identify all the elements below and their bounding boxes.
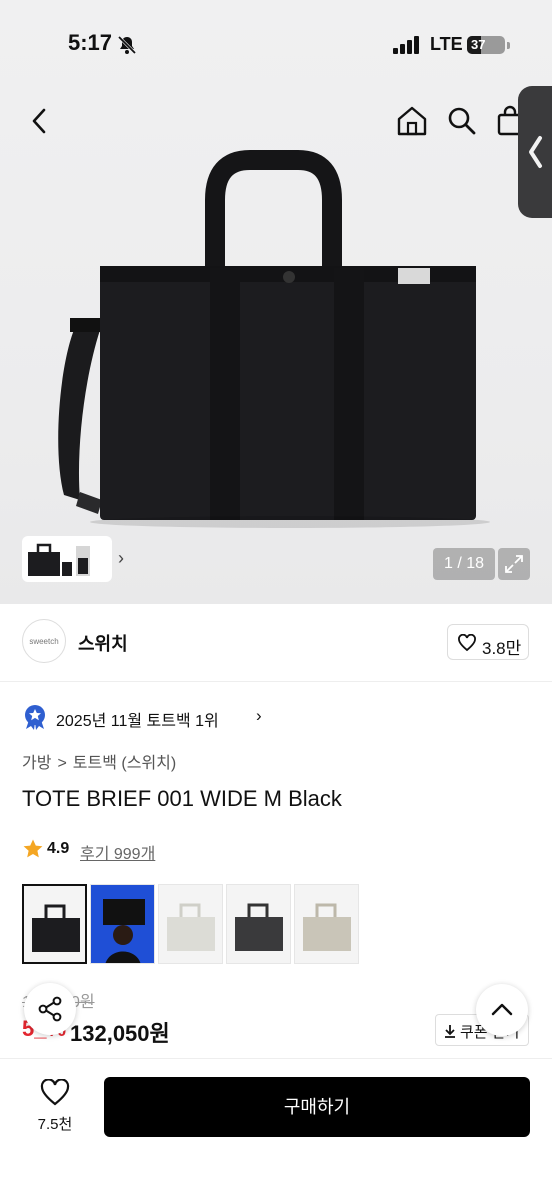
signal-icon [393, 36, 421, 54]
home-icon[interactable] [396, 104, 428, 138]
status-bar: 5:17 LTE 37 [0, 0, 552, 90]
search-icon[interactable] [446, 104, 478, 138]
breadcrumb-subcategory[interactable]: 토트백 (스위치) [73, 755, 176, 772]
bell-off-icon [116, 34, 138, 56]
buy-button[interactable]: 구매하기 [104, 1077, 530, 1137]
brand-logo[interactable]: sweetch [22, 619, 66, 663]
breadcrumb: 가방 > 토트백 (스위치) [22, 749, 182, 773]
thumbnail-strip[interactable]: › [22, 536, 124, 582]
back-icon[interactable] [24, 104, 56, 138]
side-panel-tab[interactable] [518, 86, 552, 218]
scroll-top-button[interactable] [476, 984, 528, 1036]
swatch-black-wide[interactable] [22, 884, 87, 964]
battery-level: 37 [471, 37, 486, 52]
chevron-left-icon [529, 136, 542, 168]
page-counter: 1 / 18 [433, 548, 495, 580]
heart-icon [40, 1079, 70, 1106]
review-link[interactable]: 후기 999개 [80, 840, 155, 864]
expand-button[interactable] [498, 548, 530, 580]
swatch-model[interactable] [90, 884, 155, 964]
brand-like-count: 3.8만 [482, 639, 522, 658]
wishlist-button[interactable]: 7.5천 [30, 1079, 80, 1139]
bottom-action-bar: 7.5천 구매하기 [0, 1058, 552, 1200]
sale-price: 132,050원 [70, 1021, 170, 1046]
ranking-text: 2025년 11월 토트백 1위 [56, 713, 219, 730]
star-icon [23, 839, 43, 858]
share-icon [38, 996, 62, 1022]
badge-icon [25, 705, 45, 730]
breadcrumb-category[interactable]: 가방 [22, 755, 51, 772]
download-icon [445, 1025, 455, 1038]
wishlist-count: 7.5천 [37, 1116, 73, 1133]
battery-indicator: 37 [467, 36, 505, 54]
chevron-right-icon: › [118, 548, 124, 568]
status-time: 5:17 [68, 30, 113, 55]
brand-row[interactable]: sweetch 스위치 3.8만 [0, 604, 552, 682]
breadcrumb-separator: > [57, 755, 67, 772]
swatch-ivory[interactable] [158, 884, 223, 964]
expand-icon [505, 555, 523, 573]
heart-icon [458, 634, 476, 652]
product-gallery[interactable]: 5:17 LTE 37 › 1 / 18 [0, 0, 552, 604]
share-button[interactable] [24, 983, 76, 1035]
battery-nub [507, 42, 510, 49]
chevron-up-icon [491, 1003, 513, 1016]
network-label: LTE [430, 34, 463, 54]
rating-score: 4.9 [47, 840, 70, 857]
brand-name[interactable]: 스위치 [78, 630, 128, 656]
chevron-right-icon: › [256, 706, 262, 725]
product-title: TOTE BRIEF 001 WIDE M Black [22, 786, 342, 811]
swatch-charcoal[interactable] [226, 884, 291, 964]
swatch-beige[interactable] [294, 884, 359, 964]
product-main-image [40, 150, 510, 530]
brand-like-button[interactable]: 3.8만 [447, 624, 529, 660]
